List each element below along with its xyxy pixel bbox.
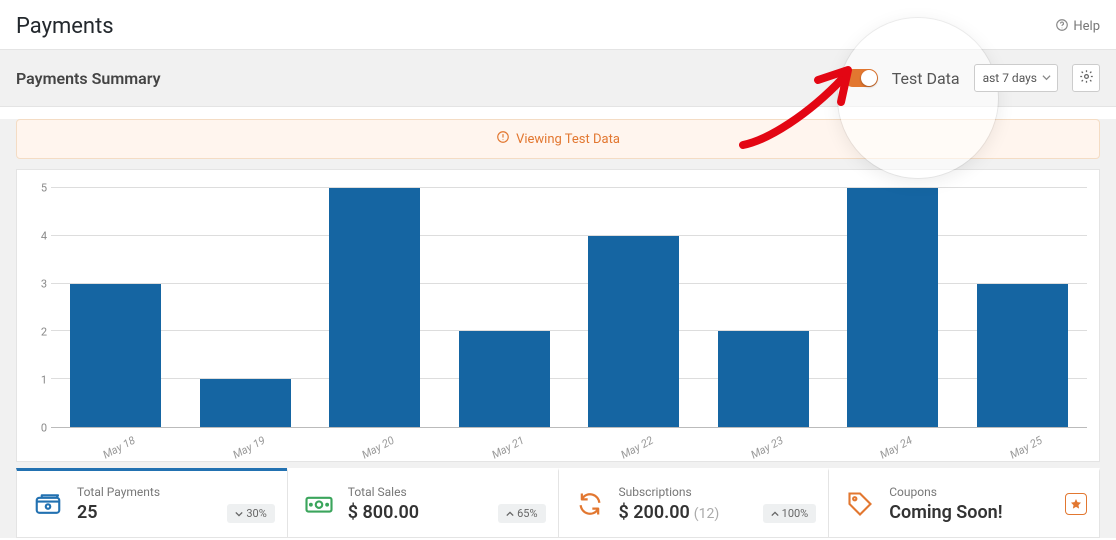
stat-value: Coming Soon! xyxy=(889,502,1002,523)
chart-bar[interactable] xyxy=(847,188,938,427)
date-range-select[interactable]: ast 7 days xyxy=(974,64,1058,92)
upgrade-button[interactable] xyxy=(1065,493,1087,515)
summary-title: Payments Summary xyxy=(16,69,161,88)
page-title: Payments xyxy=(16,14,114,39)
stat-value: $ 800.00 xyxy=(348,502,419,523)
test-data-toggle-label: Test Data xyxy=(892,69,960,88)
alert-icon xyxy=(496,130,510,148)
stat-label: Coupons xyxy=(889,485,1002,499)
chart-bar[interactable] xyxy=(977,284,1068,427)
test-data-toggle[interactable] xyxy=(844,69,878,87)
stat-label: Total Sales xyxy=(348,485,419,499)
help-label: Help xyxy=(1073,19,1100,34)
settings-button[interactable] xyxy=(1072,64,1100,92)
stat-value: 25 xyxy=(77,502,160,523)
chevron-down-icon xyxy=(1042,71,1051,85)
stat-coupons[interactable]: Coupons Coming Soon! xyxy=(828,468,1100,538)
y-tick: 0 xyxy=(41,422,47,435)
summary-bar: Payments Summary Test Data ast 7 days xyxy=(0,49,1116,107)
y-tick: 1 xyxy=(41,374,47,387)
stat-label: Subscriptions xyxy=(619,485,720,499)
chart-bar[interactable] xyxy=(329,188,420,427)
stat-delta: 30% xyxy=(227,504,274,523)
chart-bar[interactable] xyxy=(70,284,161,427)
test-data-banner: Viewing Test Data xyxy=(16,119,1100,159)
stat-subscriptions[interactable]: Subscriptions $ 200.00(12) 100% xyxy=(558,468,830,538)
stat-delta: 100% xyxy=(763,504,817,523)
chart-bar[interactable] xyxy=(588,236,679,427)
stat-label: Total Payments xyxy=(77,485,160,499)
y-tick: 3 xyxy=(41,278,47,291)
gear-icon xyxy=(1079,69,1094,88)
wallet-icon xyxy=(31,487,65,521)
stat-delta: 65% xyxy=(498,504,545,523)
y-tick: 5 xyxy=(41,182,47,195)
help-link[interactable]: Help xyxy=(1055,18,1100,36)
cash-icon xyxy=(302,487,336,521)
stat-total-sales[interactable]: Total Sales $ 800.00 65% xyxy=(287,468,559,538)
banner-text: Viewing Test Data xyxy=(516,132,620,147)
refresh-icon xyxy=(573,487,607,521)
stat-value: $ 200.00(12) xyxy=(619,502,720,523)
help-icon xyxy=(1055,18,1069,36)
y-tick: 2 xyxy=(41,326,47,339)
payments-chart: 012345 May 18May 19May 20May 21May 22May… xyxy=(16,169,1100,462)
star-icon xyxy=(1070,495,1082,514)
stat-total-payments[interactable]: Total Payments 25 30% xyxy=(16,468,288,538)
y-tick: 4 xyxy=(41,230,47,243)
tag-icon xyxy=(843,487,877,521)
